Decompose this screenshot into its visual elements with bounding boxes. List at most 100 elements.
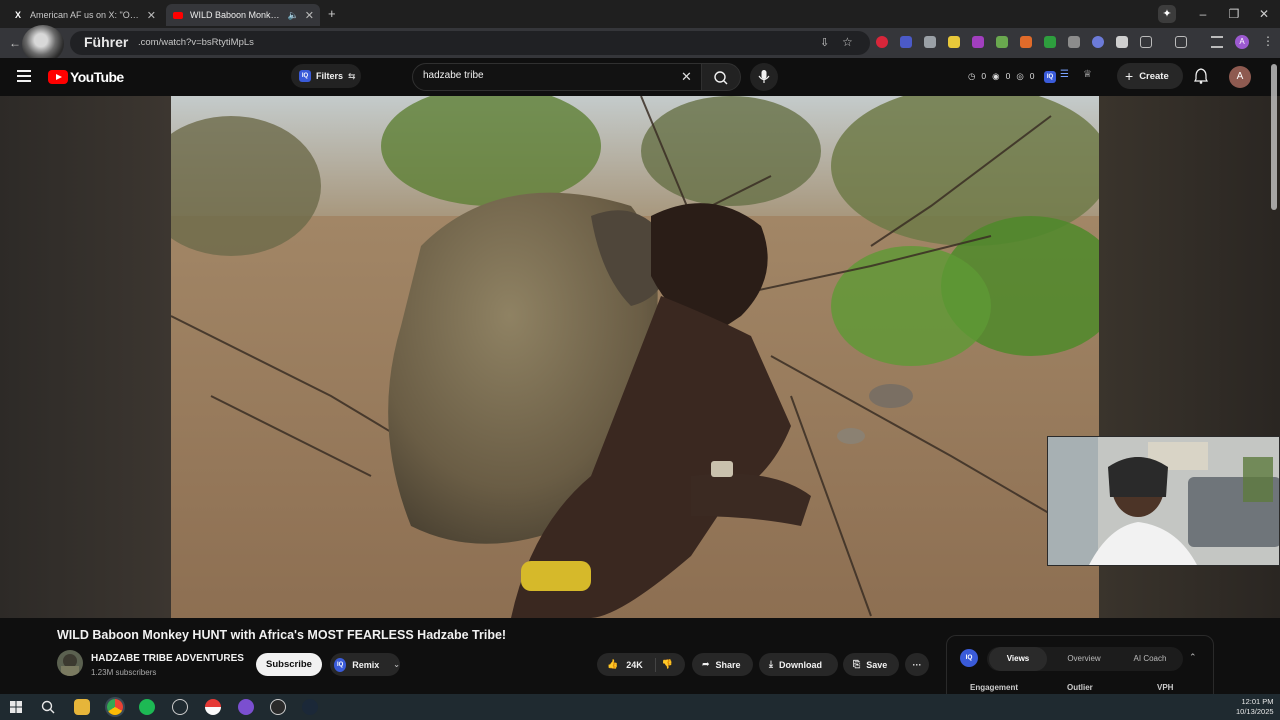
close-tab-icon[interactable]: ✕: [147, 9, 156, 22]
account-avatar[interactable]: A: [1229, 66, 1251, 88]
hamburger-menu-icon[interactable]: [17, 70, 31, 82]
profile-icon[interactable]: A: [1235, 35, 1249, 49]
download-button[interactable]: ⤓ Download: [759, 653, 838, 676]
stat-value: 0: [981, 71, 987, 81]
vidiq-stats: ◷ 0 ◉ 0 ◎ 0: [968, 71, 1034, 82]
stat-value: 0: [1005, 71, 1011, 81]
extension-cloud-icon[interactable]: [1092, 36, 1104, 48]
tab-overview[interactable]: Overview: [1055, 647, 1113, 671]
stat-value: 0: [1029, 71, 1035, 81]
extension-arrow-icon[interactable]: [996, 36, 1008, 48]
search-button[interactable]: [701, 63, 741, 91]
app-purple-icon[interactable]: [238, 699, 254, 715]
tab-title: WILD Baboon Monkey HUN: [190, 10, 284, 20]
reading-list-icon[interactable]: [1211, 36, 1223, 48]
create-button[interactable]: + Create: [1117, 63, 1183, 89]
clock-time: 12:01 PM: [1241, 697, 1274, 706]
vidiq-panel: IQ Views Overview AI Coach ⌃ Engagement …: [946, 635, 1214, 695]
like-count[interactable]: 24K: [626, 660, 643, 670]
collapse-chevron-icon[interactable]: ⌃: [1189, 652, 1197, 663]
thumbs-down-icon[interactable]: 👎: [662, 659, 673, 670]
extension-orange-icon[interactable]: [1020, 36, 1032, 48]
extensions-puzzle-icon[interactable]: [1140, 36, 1152, 48]
pokeball-icon[interactable]: [205, 699, 221, 715]
notifications-bell-icon[interactable]: [1194, 68, 1208, 84]
extension-blue-icon[interactable]: [900, 36, 912, 48]
steam-icon[interactable]: [302, 699, 318, 715]
video-player[interactable]: [171, 96, 1099, 618]
close-tab-icon[interactable]: ✕: [305, 9, 314, 22]
column-engagement: Engagement: [970, 683, 1019, 692]
search-box[interactable]: ✕: [412, 63, 702, 91]
create-label: Create: [1139, 70, 1169, 82]
bookmark-icon: ⎘: [853, 659, 861, 669]
new-tab-button[interactable]: +: [328, 6, 336, 21]
chevron-down-icon: ⌄: [393, 660, 400, 669]
clear-search-icon[interactable]: ✕: [681, 69, 692, 85]
search-icon: [714, 71, 728, 85]
more-actions-button[interactable]: ···: [905, 653, 929, 676]
extension-camera-icon[interactable]: [1116, 36, 1128, 48]
page-scrollbar[interactable]: [1271, 64, 1277, 210]
video-frame: [171, 96, 1099, 618]
share-button[interactable]: ➦ Share: [692, 653, 753, 676]
channel-name[interactable]: HADZABE TRIBE ADVENTURES: [91, 653, 244, 664]
vidiq-button[interactable]: IQ: [1044, 71, 1056, 83]
gemini-button[interactable]: ✦: [1158, 5, 1176, 23]
column-outlier: Outlier: [1067, 683, 1093, 692]
tab-views[interactable]: Views: [989, 647, 1047, 671]
search-input[interactable]: [423, 70, 673, 81]
column-vph: VPH: [1157, 683, 1174, 692]
chrome-icon[interactable]: [107, 699, 123, 715]
spotify-icon[interactable]: [139, 699, 155, 715]
youtube-header: YouTube IQ Filters ⇆ ✕ ◷ 0 ◉ 0 ◎ 0 IQ ☰ ♕ +…: [0, 58, 1280, 96]
download-label: Download: [778, 659, 822, 670]
youtube-wordmark: YouTube: [70, 69, 124, 85]
address-bar[interactable]: Führer .com/watch?v=bsRtytiMpLs ⇩ ☆: [70, 31, 870, 55]
system-clock[interactable]: 12:01 PM 10/13/2025: [1236, 697, 1274, 717]
ambient-left: [0, 96, 171, 618]
app-dark-icon[interactable]: [270, 699, 286, 715]
filters-button[interactable]: IQ Filters ⇆: [291, 64, 361, 88]
extension-grey-icon[interactable]: [924, 36, 936, 48]
back-icon[interactable]: ←: [9, 36, 21, 50]
tab-ai-coach[interactable]: AI Coach: [1119, 647, 1181, 671]
eye-icon: ◉: [992, 71, 1000, 81]
extension-purple-icon[interactable]: [972, 36, 984, 48]
channel-avatar[interactable]: [57, 650, 83, 676]
url-text[interactable]: .com/watch?v=bsRtytiMpLs: [138, 37, 254, 48]
save-label: Save: [866, 659, 888, 670]
browser-toolbar: ← Führer .com/watch?v=bsRtytiMpLs ⇩ ☆ A …: [0, 25, 1280, 63]
trophy-icon[interactable]: ♕: [1083, 69, 1092, 80]
restore-icon[interactable]: ❐: [1226, 6, 1242, 22]
search-taskbar-icon[interactable]: [40, 699, 56, 715]
share-label: Share: [715, 659, 741, 670]
voice-search-button[interactable]: [750, 63, 778, 91]
file-explorer-icon[interactable]: [74, 699, 90, 715]
windows-start-icon[interactable]: [8, 699, 24, 715]
youtube-logo[interactable]: YouTube: [48, 69, 124, 85]
save-button[interactable]: ⎘ Save: [843, 653, 899, 676]
webcam-overlay: [1047, 436, 1280, 566]
speaker-icon[interactable]: 🔈: [288, 10, 299, 21]
tab-x-post[interactable]: X American AF us on X: "One of t ✕: [6, 4, 162, 26]
cast-icon[interactable]: [1175, 36, 1187, 48]
obs-icon[interactable]: [172, 699, 188, 715]
menu-kebab-icon[interactable]: ⋮: [1262, 34, 1274, 48]
subscribe-button[interactable]: Subscribe: [256, 653, 322, 676]
extension-yellow-icon[interactable]: [948, 36, 960, 48]
tab-youtube[interactable]: WILD Baboon Monkey HUN 🔈 ✕: [166, 4, 320, 26]
remix-button[interactable]: IQ Remix ⌄: [330, 653, 400, 676]
download-icon: ⤓: [769, 659, 773, 669]
extension-k-icon[interactable]: [1068, 36, 1080, 48]
minimize-icon[interactable]: –: [1195, 6, 1211, 22]
microphone-icon: [758, 70, 770, 83]
thumbs-up-icon[interactable]: 👍: [607, 659, 618, 670]
webcam-feed: [1048, 437, 1279, 565]
bookmark-star-icon[interactable]: ☆: [842, 35, 853, 49]
vidiq-list-icon[interactable]: ☰: [1060, 69, 1069, 80]
extension-red-icon[interactable]: [876, 36, 888, 48]
close-window-icon[interactable]: ✕: [1256, 6, 1272, 22]
extension-green-icon[interactable]: [1044, 36, 1056, 48]
install-icon[interactable]: ⇩: [820, 36, 829, 49]
